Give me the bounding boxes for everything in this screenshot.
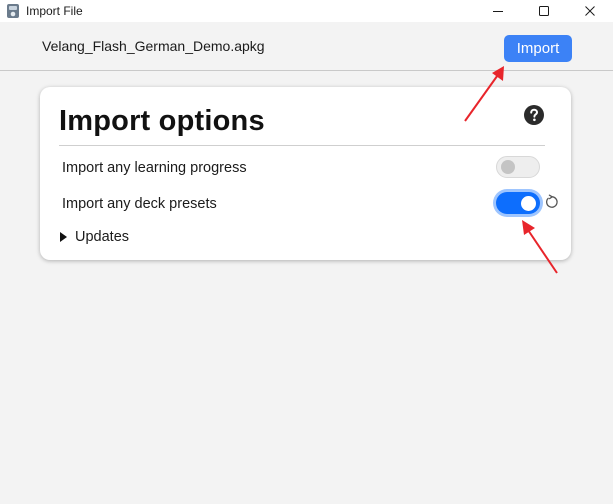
- reset-icon[interactable]: [544, 194, 560, 210]
- title-bar: Import File: [0, 0, 613, 22]
- maximize-icon: [539, 6, 549, 16]
- option-label-learning-progress: Import any learning progress: [62, 160, 247, 176]
- card-divider: [59, 145, 545, 146]
- minimize-button[interactable]: [475, 0, 521, 22]
- card-title: Import options: [59, 105, 265, 137]
- import-button[interactable]: Import: [504, 35, 572, 62]
- file-name: Velang_Flash_German_Demo.apkg: [42, 38, 265, 54]
- updates-label: Updates: [75, 229, 130, 245]
- close-button[interactable]: [567, 0, 613, 22]
- window-title: Import File: [26, 4, 83, 18]
- import-options-card: Import options Import any learning progr…: [40, 87, 571, 260]
- app-icon: [7, 4, 19, 18]
- deck-presets-toggle[interactable]: [496, 192, 540, 214]
- toggle-knob: [501, 160, 515, 174]
- maximize-button[interactable]: [521, 0, 567, 22]
- option-label-deck-presets: Import any deck presets: [62, 196, 217, 212]
- minimize-icon: [493, 11, 503, 12]
- file-header: Velang_Flash_German_Demo.apkg Import: [0, 22, 613, 71]
- toggle-knob: [521, 196, 536, 211]
- learning-progress-toggle[interactable]: [496, 156, 540, 178]
- question-circle-icon[interactable]: [524, 105, 544, 125]
- disclosure-triangle-icon: [60, 232, 67, 242]
- import-file-window: Import File Velang_Flash_German_Demo.apk…: [0, 0, 613, 504]
- updates-disclosure[interactable]: Updates: [60, 229, 129, 245]
- close-icon: [585, 6, 595, 16]
